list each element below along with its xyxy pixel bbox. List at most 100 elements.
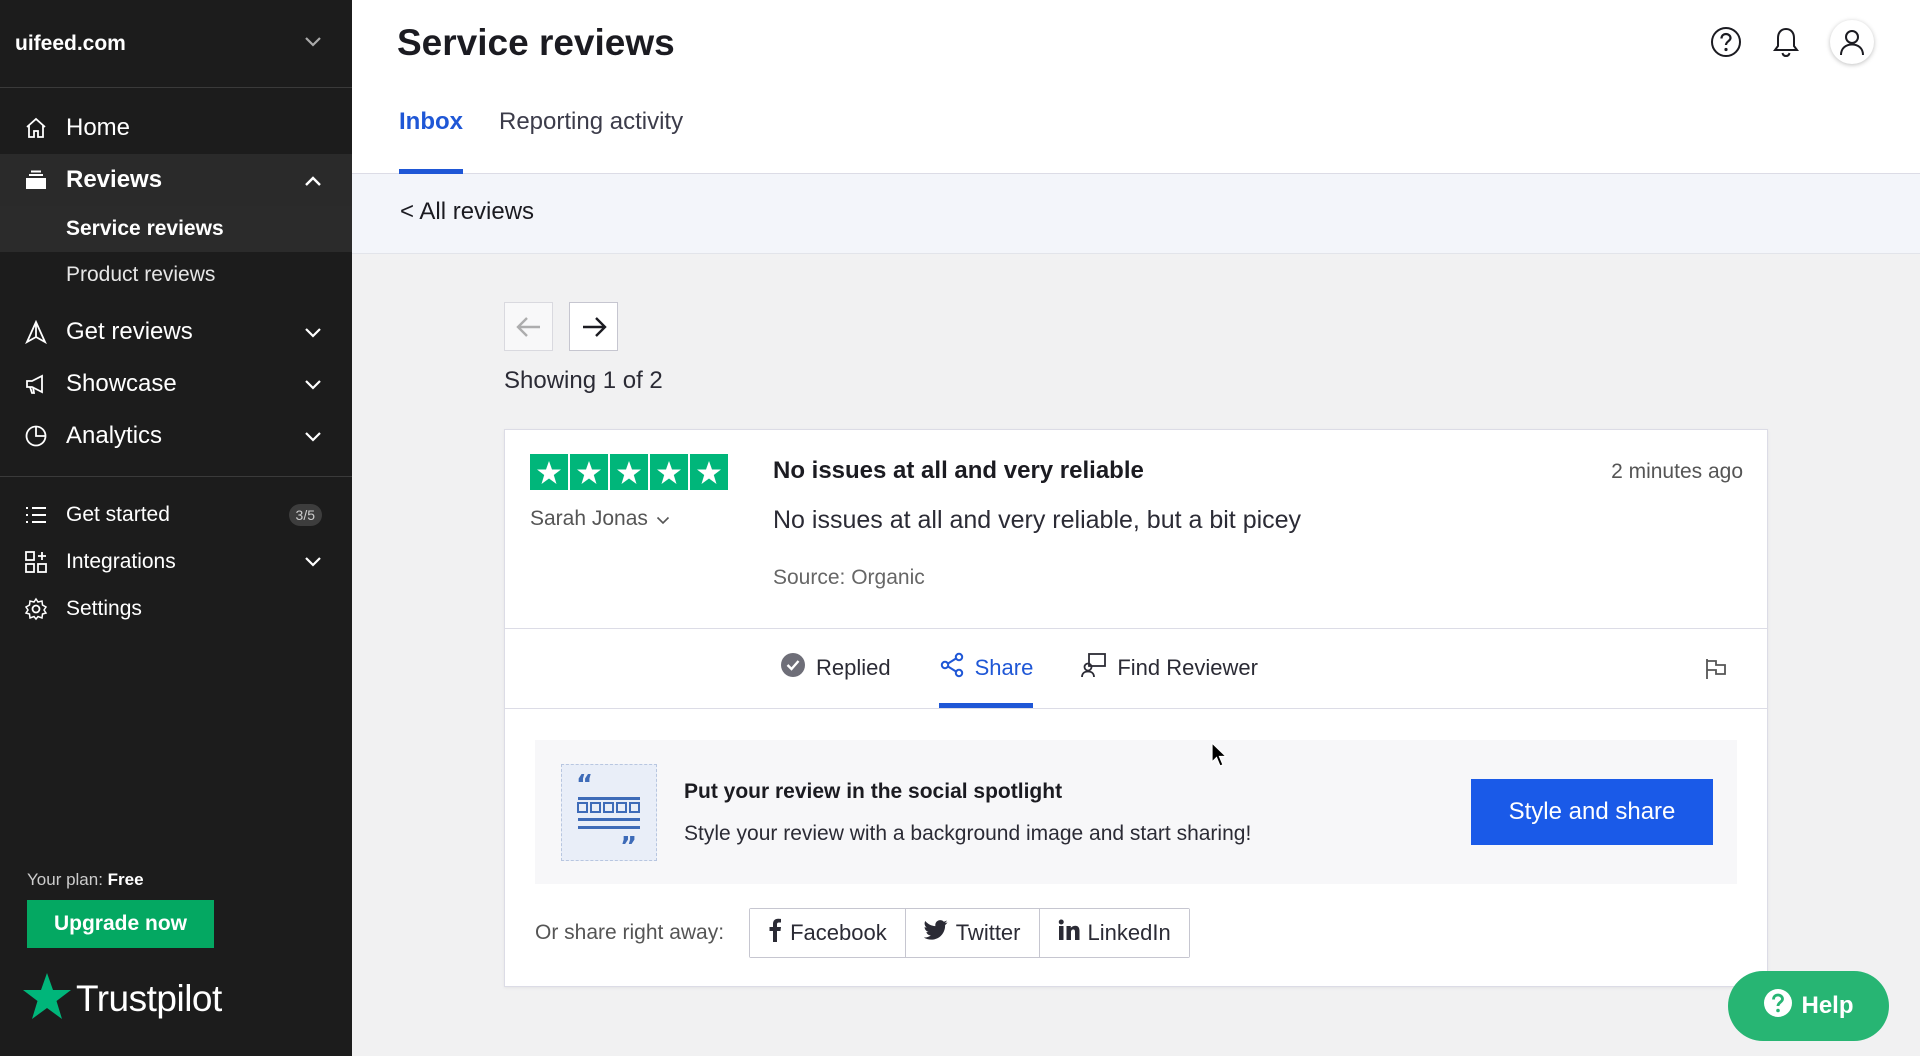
- replied-label: Replied: [816, 655, 891, 680]
- linkedin-icon: [1058, 919, 1080, 947]
- page-header: Service reviews Inbox Reporting activity: [352, 0, 1920, 174]
- next-review-button[interactable]: [569, 302, 618, 351]
- star-rating: [530, 454, 728, 490]
- linkedin-share-button[interactable]: LinkedIn: [1038, 909, 1189, 957]
- star-icon: [570, 454, 608, 490]
- review-source: Source: Organic: [773, 566, 925, 589]
- chevron-up-icon: [304, 166, 322, 194]
- domain-name: uifeed.com: [15, 31, 126, 55]
- review-title: No issues at all and very reliable: [773, 457, 1144, 484]
- share-tab[interactable]: Share: [938, 628, 1034, 708]
- quote-card-icon: “ ”: [561, 764, 657, 862]
- help-label: Help: [1801, 992, 1854, 1019]
- replied-button[interactable]: Replied: [780, 628, 891, 708]
- facebook-share-button[interactable]: Facebook: [750, 909, 905, 957]
- help-circle-icon: [1763, 988, 1793, 1025]
- reviewer-dropdown[interactable]: Sarah Jonas: [530, 507, 670, 531]
- page-title: Service reviews: [397, 22, 675, 63]
- pager-status: Showing 1 of 2: [504, 367, 663, 394]
- find-reviewer-button[interactable]: Find Reviewer: [1081, 628, 1258, 708]
- svg-text:”: ”: [620, 832, 637, 860]
- all-reviews-link[interactable]: < All reviews: [400, 198, 534, 226]
- help-circle-icon[interactable]: [1710, 26, 1742, 58]
- star-icon: [650, 454, 688, 490]
- linkedin-label: LinkedIn: [1087, 920, 1171, 945]
- sidebar-item-label: Get reviews: [66, 318, 193, 345]
- sidebar-item-integrations[interactable]: Integrations: [0, 538, 352, 585]
- arrow-left-icon: [515, 316, 540, 337]
- spotlight-title: Put your review in the social spotlight: [684, 780, 1063, 803]
- svg-text:“: “: [576, 770, 593, 800]
- gear-icon: [22, 595, 50, 623]
- share-label: Or share right away:: [535, 921, 725, 944]
- upgrade-button[interactable]: Upgrade now: [27, 900, 214, 948]
- progress-badge: 3/5: [288, 503, 322, 526]
- sidebar-item-get-started[interactable]: Get started 3/5: [0, 491, 352, 538]
- star-logo-icon: [22, 972, 72, 1025]
- grid-plus-icon: [22, 548, 50, 576]
- domain-selector[interactable]: uifeed.com: [0, 0, 352, 88]
- star-icon: [690, 454, 728, 490]
- sidebar-item-label: Get started: [66, 502, 170, 526]
- check-circle-icon: [780, 652, 806, 684]
- bell-icon[interactable]: [1770, 26, 1802, 58]
- share-label: Share: [974, 655, 1034, 680]
- sidebar: uifeed.com Home Reviews Service reviews …: [0, 0, 352, 1056]
- style-and-share-button[interactable]: Style and share: [1471, 779, 1713, 845]
- sidebar-item-settings[interactable]: Settings: [0, 585, 352, 632]
- sidebar-item-service-reviews[interactable]: Service reviews: [0, 206, 352, 252]
- share-icon: [939, 652, 965, 684]
- pie-chart-icon: [22, 422, 50, 450]
- plan-info: Your plan: Free: [27, 870, 144, 890]
- previous-review-button[interactable]: [504, 302, 553, 351]
- paper-plane-icon: [22, 318, 50, 346]
- chevron-down-icon: [304, 370, 322, 398]
- inbox-icon: [22, 166, 50, 194]
- card-divider: [505, 708, 1767, 709]
- star-icon: [610, 454, 648, 490]
- sidebar-item-label: Home: [66, 114, 131, 141]
- sidebar-item-home[interactable]: Home: [0, 102, 352, 154]
- avatar[interactable]: [1830, 20, 1874, 64]
- plan-label: Your plan:: [27, 870, 103, 889]
- review-actions: Replied Share Find Reviewer: [780, 628, 1258, 708]
- review-card: Sarah Jonas No issues at all and very re…: [504, 429, 1768, 987]
- sidebar-item-reviews[interactable]: Reviews: [0, 154, 352, 206]
- tab-bar: Inbox Reporting activity: [399, 108, 683, 174]
- home-icon: [22, 114, 50, 142]
- chevron-down-icon: [304, 550, 322, 574]
- sidebar-divider: [0, 476, 352, 477]
- review-timestamp: 2 minutes ago: [1611, 460, 1743, 483]
- star-icon: [530, 454, 568, 490]
- reviewer-name: Sarah Jonas: [530, 507, 648, 530]
- tab-inbox[interactable]: Inbox: [399, 108, 463, 174]
- breadcrumb-bar: < All reviews: [352, 174, 1920, 254]
- help-button[interactable]: Help: [1728, 971, 1889, 1041]
- spotlight-text: Style your review with a background imag…: [684, 822, 1252, 845]
- review-text: No issues at all and very reliable, but …: [773, 506, 1302, 534]
- quick-share-row: Or share right away: Facebook Twitter Li…: [535, 908, 1190, 958]
- sidebar-item-label: Analytics: [66, 422, 163, 449]
- find-reviewer-icon: [1081, 652, 1107, 684]
- find-reviewer-label: Find Reviewer: [1117, 655, 1258, 680]
- review-pager: [504, 302, 618, 351]
- twitter-label: Twitter: [955, 920, 1021, 945]
- sidebar-item-label: Integrations: [66, 549, 176, 573]
- sidebar-item-analytics[interactable]: Analytics: [0, 410, 352, 462]
- sidebar-item-showcase[interactable]: Showcase: [0, 358, 352, 410]
- tab-reporting-activity[interactable]: Reporting activity: [499, 108, 683, 174]
- sidebar-item-product-reviews[interactable]: Product reviews: [0, 252, 352, 298]
- trustpilot-logo: Trustpilot: [22, 972, 222, 1025]
- chevron-down-icon: [656, 507, 670, 531]
- share-button-group: Facebook Twitter LinkedIn: [749, 908, 1190, 958]
- chevron-down-icon: [304, 35, 322, 53]
- arrow-right-icon: [582, 316, 607, 337]
- megaphone-icon: [22, 370, 50, 398]
- header-actions: [1710, 20, 1874, 64]
- sidebar-item-label: Showcase: [66, 370, 177, 397]
- flag-icon[interactable]: [1705, 658, 1727, 685]
- sidebar-item-get-reviews[interactable]: Get reviews: [0, 306, 352, 358]
- twitter-share-button[interactable]: Twitter: [904, 909, 1039, 957]
- list-icon: [22, 501, 50, 529]
- social-spotlight-panel: “ ” Put your review in the social spotli…: [535, 740, 1737, 884]
